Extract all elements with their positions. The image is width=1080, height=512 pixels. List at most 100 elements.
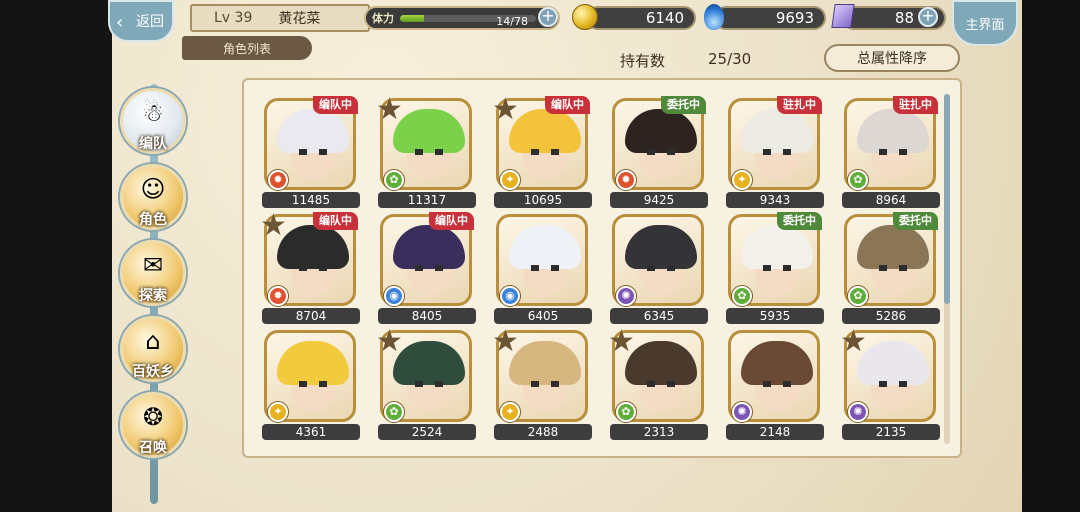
add-gem-button[interactable]: +: [918, 7, 938, 27]
rank-star-icon: ★: [376, 92, 403, 127]
portrait-eyes: [299, 265, 327, 271]
stamina-label: 体力: [372, 12, 394, 25]
character-card[interactable]: ✿ 驻扎中 8964: [840, 96, 942, 210]
power-value: 8405: [378, 308, 476, 324]
portrait-eyes: [647, 149, 675, 155]
portrait-eyes: [879, 265, 907, 271]
water-element-icon: ◉: [384, 286, 404, 306]
status-badge: 委托中: [777, 212, 822, 230]
add-stamina-button[interactable]: +: [538, 7, 558, 27]
tab-character-list[interactable]: 角色列表: [182, 36, 312, 60]
stamina-value: 14/78: [496, 15, 528, 28]
portrait-hair: [625, 225, 697, 269]
portrait-hair: [277, 341, 349, 385]
power-value: 5286: [842, 308, 940, 324]
character-card[interactable]: ✦ 驻扎中 9343: [724, 96, 826, 210]
power-value: 10695: [494, 192, 592, 208]
wind-element-icon: ✿: [848, 286, 868, 306]
status-badge: 编队中: [313, 96, 358, 114]
character-card[interactable]: ✹ ★ 编队中 8704: [260, 208, 362, 326]
portrait-eyes: [415, 149, 443, 155]
home-button[interactable]: 主界面: [952, 0, 1018, 46]
power-value: 6345: [610, 308, 708, 324]
rank-star-icon: ★: [376, 324, 403, 359]
character-card[interactable]: ✦ ★ 2488: [492, 327, 594, 442]
soul-flame-icon: [704, 4, 724, 30]
power-value: 8704: [262, 308, 360, 324]
character-card[interactable]: ✦ 4361: [260, 328, 362, 442]
dark-element-icon: ✺: [732, 402, 752, 422]
menu-item-4[interactable]: ⌂ 百妖乡: [120, 316, 186, 382]
portrait-eyes: [879, 381, 907, 387]
character-card[interactable]: ◉ 编队中 8405: [376, 212, 478, 326]
player-plate: Lv 39 黄花菜: [190, 4, 370, 32]
power-value: 2488: [494, 424, 592, 440]
blue-amount: 9693: [714, 6, 826, 30]
character-card[interactable]: ◉ 6405: [492, 212, 594, 326]
gem-icon: [831, 4, 855, 28]
menu-item-1[interactable]: ☃ 编队: [120, 88, 186, 154]
character-card[interactable]: ✺ 6345: [608, 212, 710, 326]
portrait-eyes: [531, 149, 559, 155]
light-element-icon: ✦: [500, 170, 520, 190]
light-element-icon: ✦: [500, 402, 520, 422]
power-value: 6405: [494, 308, 592, 324]
character-card[interactable]: ✹ 委托中 9425: [608, 96, 710, 210]
menu-item-5[interactable]: ❂ 召唤: [120, 392, 186, 458]
portrait-eyes: [763, 265, 791, 271]
character-card[interactable]: ✺ 2148: [724, 328, 826, 442]
portrait-eyes: [299, 149, 327, 155]
sort-label: 总属性降序: [857, 51, 927, 67]
water-element-icon: ◉: [500, 286, 520, 306]
portrait-hair: [741, 225, 813, 269]
portrait-hair: [741, 109, 813, 153]
power-value: 11317: [378, 192, 476, 208]
portrait-eyes: [531, 381, 559, 387]
gold-amount: 6140: [586, 6, 696, 30]
power-value: 4361: [262, 424, 360, 440]
power-value: 11485: [262, 192, 360, 208]
character-card[interactable]: ✹ 编队中 11485: [260, 96, 362, 210]
dark-element-icon: ✺: [848, 402, 868, 422]
light-element-icon: ✦: [732, 170, 752, 190]
menu-label: 编队: [139, 136, 167, 152]
portrait-hair: [509, 225, 581, 269]
wind-element-icon: ✿: [848, 170, 868, 190]
character-card[interactable]: ✿ 委托中 5935: [724, 212, 826, 326]
screen-edge-bar: [1022, 0, 1080, 512]
fire-element-icon: ✹: [268, 170, 288, 190]
stamina-fill: [400, 15, 425, 22]
wind-element-icon: ✿: [384, 170, 404, 190]
rank-star-icon: ★: [260, 208, 287, 243]
status-badge: 编队中: [545, 96, 590, 114]
character-card[interactable]: ✿ ★ 2313: [608, 327, 710, 442]
status-badge: 编队中: [313, 212, 358, 230]
character-card[interactable]: ✿ ★ 11317: [376, 92, 478, 210]
fire-element-icon: ✹: [268, 286, 288, 306]
wind-element-icon: ✿: [732, 286, 752, 306]
character-card[interactable]: ✿ 委托中 5286: [840, 212, 942, 326]
character-card[interactable]: ✦ ★ 编队中 10695: [492, 95, 594, 210]
scrollbar-thumb[interactable]: [944, 94, 950, 304]
menu-label: 百妖乡: [132, 364, 174, 380]
menu-label: 角色: [139, 212, 167, 228]
stamina-bar: 体力 14/78: [364, 6, 560, 30]
back-button[interactable]: ‹ 返回: [108, 0, 174, 42]
menu-label: 探索: [139, 288, 167, 304]
portrait-eyes: [531, 265, 559, 271]
portrait-hair: [857, 109, 929, 153]
menu-item-3[interactable]: ✉ 探索: [120, 240, 186, 306]
menu-item-2[interactable]: ☺ 角色: [120, 164, 186, 230]
summon-icon: ❂: [142, 403, 164, 431]
power-value: 5935: [726, 308, 824, 324]
character-card[interactable]: ✿ ★ 2524: [376, 324, 478, 442]
village-icon: ⌂: [145, 327, 161, 355]
character-card[interactable]: ✺ ★ 2135: [840, 327, 942, 442]
power-value: 8964: [842, 192, 940, 208]
explore-icon: ✉: [142, 251, 164, 279]
portrait-eyes: [763, 149, 791, 155]
status-badge: 委托中: [893, 212, 938, 230]
side-menu: ☃ 编队 ☺ 角色 ✉ 探索 ⌂ 百妖乡 ❂ 召唤: [118, 60, 190, 512]
portrait-hair: [857, 225, 929, 269]
sort-button[interactable]: 总属性降序: [824, 44, 960, 72]
